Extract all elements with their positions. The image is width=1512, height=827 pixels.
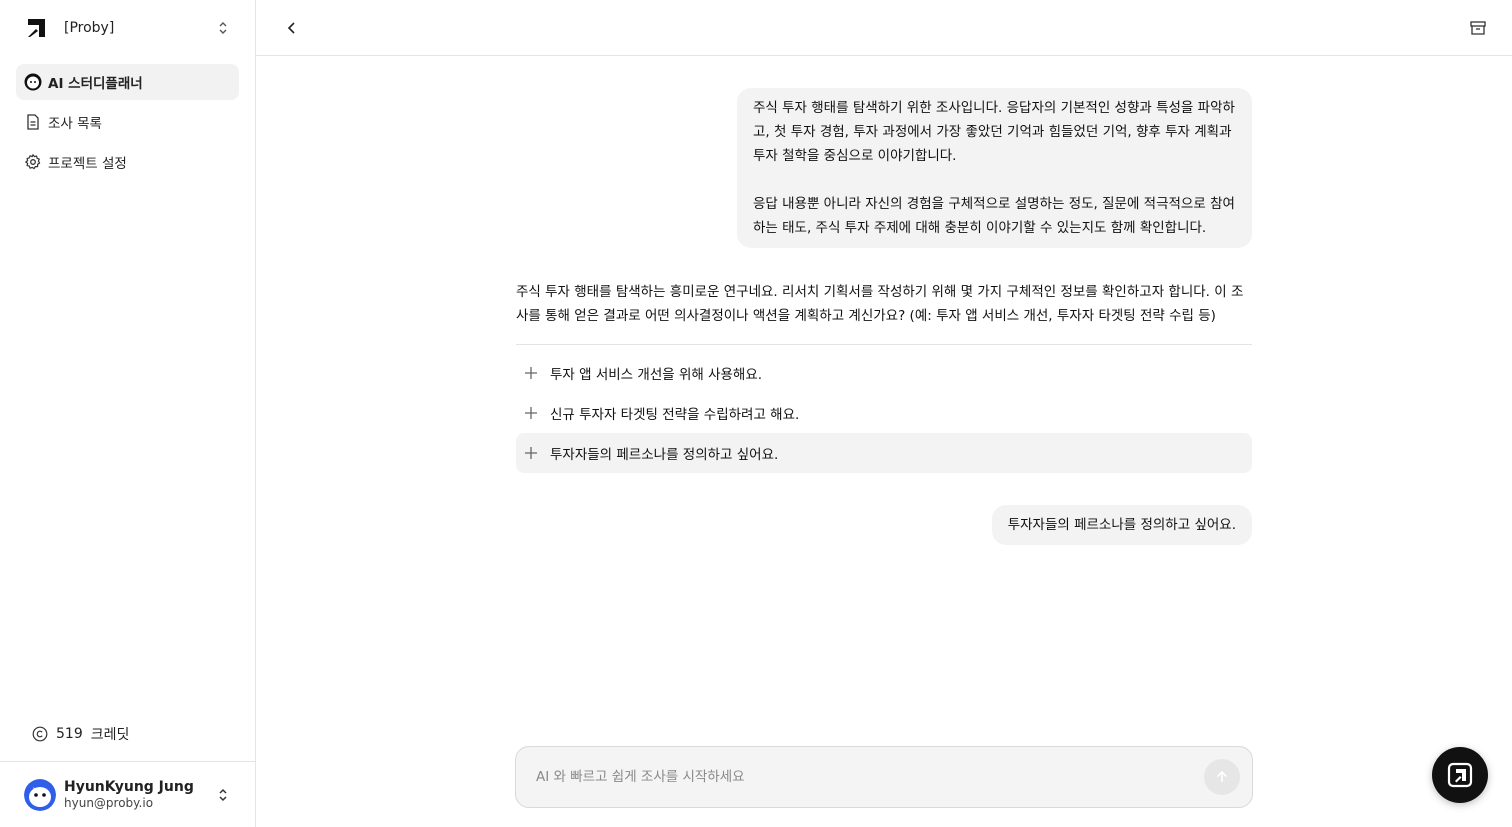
sidebar-nav: AI 스터디플래너 조사 목록 프로젝트 설정 xyxy=(16,64,239,184)
proby-logo-icon xyxy=(1447,762,1473,788)
send-button[interactable] xyxy=(1204,759,1240,795)
sidebar-item-survey-list[interactable]: 조사 목록 xyxy=(16,104,239,140)
chevron-up-down-icon[interactable] xyxy=(215,20,231,36)
answer-options: 투자 앱 서비스 개선을 위해 사용해요. 신규 투자자 타겟팅 전략을 수립하… xyxy=(516,353,1252,473)
user-message: 주식 투자 행태를 탐색하기 위한 조사입니다. 응답자의 기본적인 성향과 특… xyxy=(516,88,1252,248)
answer-option-label: 투자자들의 페르소나를 정의하고 싶어요. xyxy=(550,447,779,463)
chat-input[interactable] xyxy=(536,769,1204,785)
answer-option-label: 투자 앱 서비스 개선을 위해 사용해요. xyxy=(550,367,763,383)
user-message-bubble: 투자자들의 페르소나를 정의하고 싶어요. xyxy=(991,505,1252,545)
answer-option[interactable]: 신규 투자자 타겟팅 전략을 수립하려고 해요. xyxy=(516,393,1252,433)
answer-option[interactable]: 투자자들의 페르소나를 정의하고 싶어요. xyxy=(516,433,1252,473)
answer-option[interactable]: 투자 앱 서비스 개선을 위해 사용해요. xyxy=(516,353,1252,393)
top-bar xyxy=(256,0,1512,56)
arrow-up-icon xyxy=(1216,770,1228,782)
message-paragraph: 주식 투자 행태를 탐색하기 위한 조사입니다. 응답자의 기본적인 성향과 특… xyxy=(753,100,1235,164)
chevron-left-icon[interactable] xyxy=(282,18,302,38)
ai-bot-icon xyxy=(24,73,42,91)
user-profile[interactable]: HyunKyung Jung hyun@proby.io xyxy=(0,761,255,827)
credits-value: 519 xyxy=(56,726,83,742)
user-email: hyun@proby.io xyxy=(64,795,154,810)
sidebar-item-label: 프로젝트 설정 xyxy=(48,156,127,172)
avatar-icon xyxy=(24,778,56,811)
workspace-header: [Proby] xyxy=(0,0,255,56)
document-icon xyxy=(27,114,39,130)
credits-display: 519 크레딧 xyxy=(32,722,129,746)
sidebar-item-label: 조사 목록 xyxy=(48,116,102,132)
plus-icon xyxy=(525,367,537,379)
answer-option-label: 신규 투자자 타겟팅 전략을 수립하려고 해요. xyxy=(550,407,800,423)
sidebar-item-label: AI 스터디플래너 xyxy=(48,76,143,92)
user-info: HyunKyung Jung hyun@proby.io xyxy=(64,779,215,810)
sidebar-item-ai-study-planner[interactable]: AI 스터디플래너 xyxy=(16,64,239,100)
plus-icon xyxy=(525,407,537,419)
chat-thread: 주식 투자 행태를 탐색하기 위한 조사입니다. 응답자의 기본적인 성향과 특… xyxy=(516,88,1252,545)
user-message-bubble: 주식 투자 행태를 탐색하기 위한 조사입니다. 응답자의 기본적인 성향과 특… xyxy=(737,88,1252,248)
user-name: HyunKyung Jung xyxy=(64,778,194,795)
help-fab-button[interactable] xyxy=(1432,747,1488,803)
gear-icon xyxy=(25,154,41,170)
plus-icon xyxy=(525,447,537,459)
user-message: 투자자들의 페르소나를 정의하고 싶어요. xyxy=(516,505,1252,545)
copyright-circle-icon xyxy=(32,726,48,742)
proby-logo-icon xyxy=(28,19,45,37)
message-paragraph: 응답 내용뿐 아니라 자신의 경험을 구체적으로 설명하는 정도, 질문에 적극… xyxy=(753,196,1235,236)
sidebar-item-project-settings[interactable]: 프로젝트 설정 xyxy=(16,144,239,180)
archive-icon[interactable] xyxy=(1468,18,1488,38)
sidebar: [Proby] AI 스터디플래너 조사 목록 프로젝트 설정 519 크레딧 … xyxy=(0,0,256,827)
chat-composer xyxy=(515,746,1253,808)
workspace-name: [Proby] xyxy=(64,20,115,36)
credits-label: 크레딧 xyxy=(90,727,130,743)
ai-message: 주식 투자 행태를 탐색하는 흥미로운 연구네요. 리서치 기획서를 작성하기 … xyxy=(516,280,1252,345)
chevron-up-down-icon[interactable] xyxy=(215,787,231,803)
